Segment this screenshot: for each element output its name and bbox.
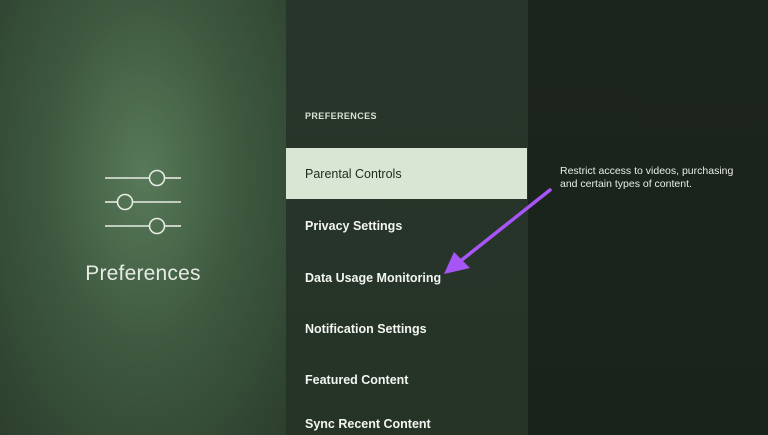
- fire-tv-settings-screen: Preferences PREFERENCES Parental Control…: [0, 0, 768, 435]
- menu-item-label: Sync Recent Content: [305, 416, 431, 431]
- menu-item-label: Privacy Settings: [305, 218, 403, 233]
- menu-item-sync-recent-content[interactable]: Sync Recent Content: [286, 398, 527, 435]
- menu-item-privacy-settings[interactable]: Privacy Settings: [286, 200, 527, 251]
- menu-item-label: Data Usage Monitoring: [305, 270, 442, 285]
- menu-section-header: PREFERENCES: [305, 111, 377, 121]
- menu-item-data-usage-monitoring[interactable]: Data Usage Monitoring: [286, 252, 527, 303]
- menu-item-label: Parental Controls: [305, 166, 402, 181]
- detail-panel: [528, 0, 768, 435]
- category-panel: Preferences: [0, 0, 286, 435]
- menu-item-notification-settings[interactable]: Notification Settings: [286, 303, 527, 354]
- menu-item-label: Notification Settings: [305, 321, 427, 336]
- item-description: Restrict access to videos, purchasing an…: [560, 165, 734, 190]
- menu-item-parental-controls[interactable]: Parental Controls: [286, 148, 527, 199]
- sliders-icon: [105, 169, 181, 235]
- menu-item-label: Featured Content: [305, 372, 409, 387]
- category-title: Preferences: [85, 262, 201, 285]
